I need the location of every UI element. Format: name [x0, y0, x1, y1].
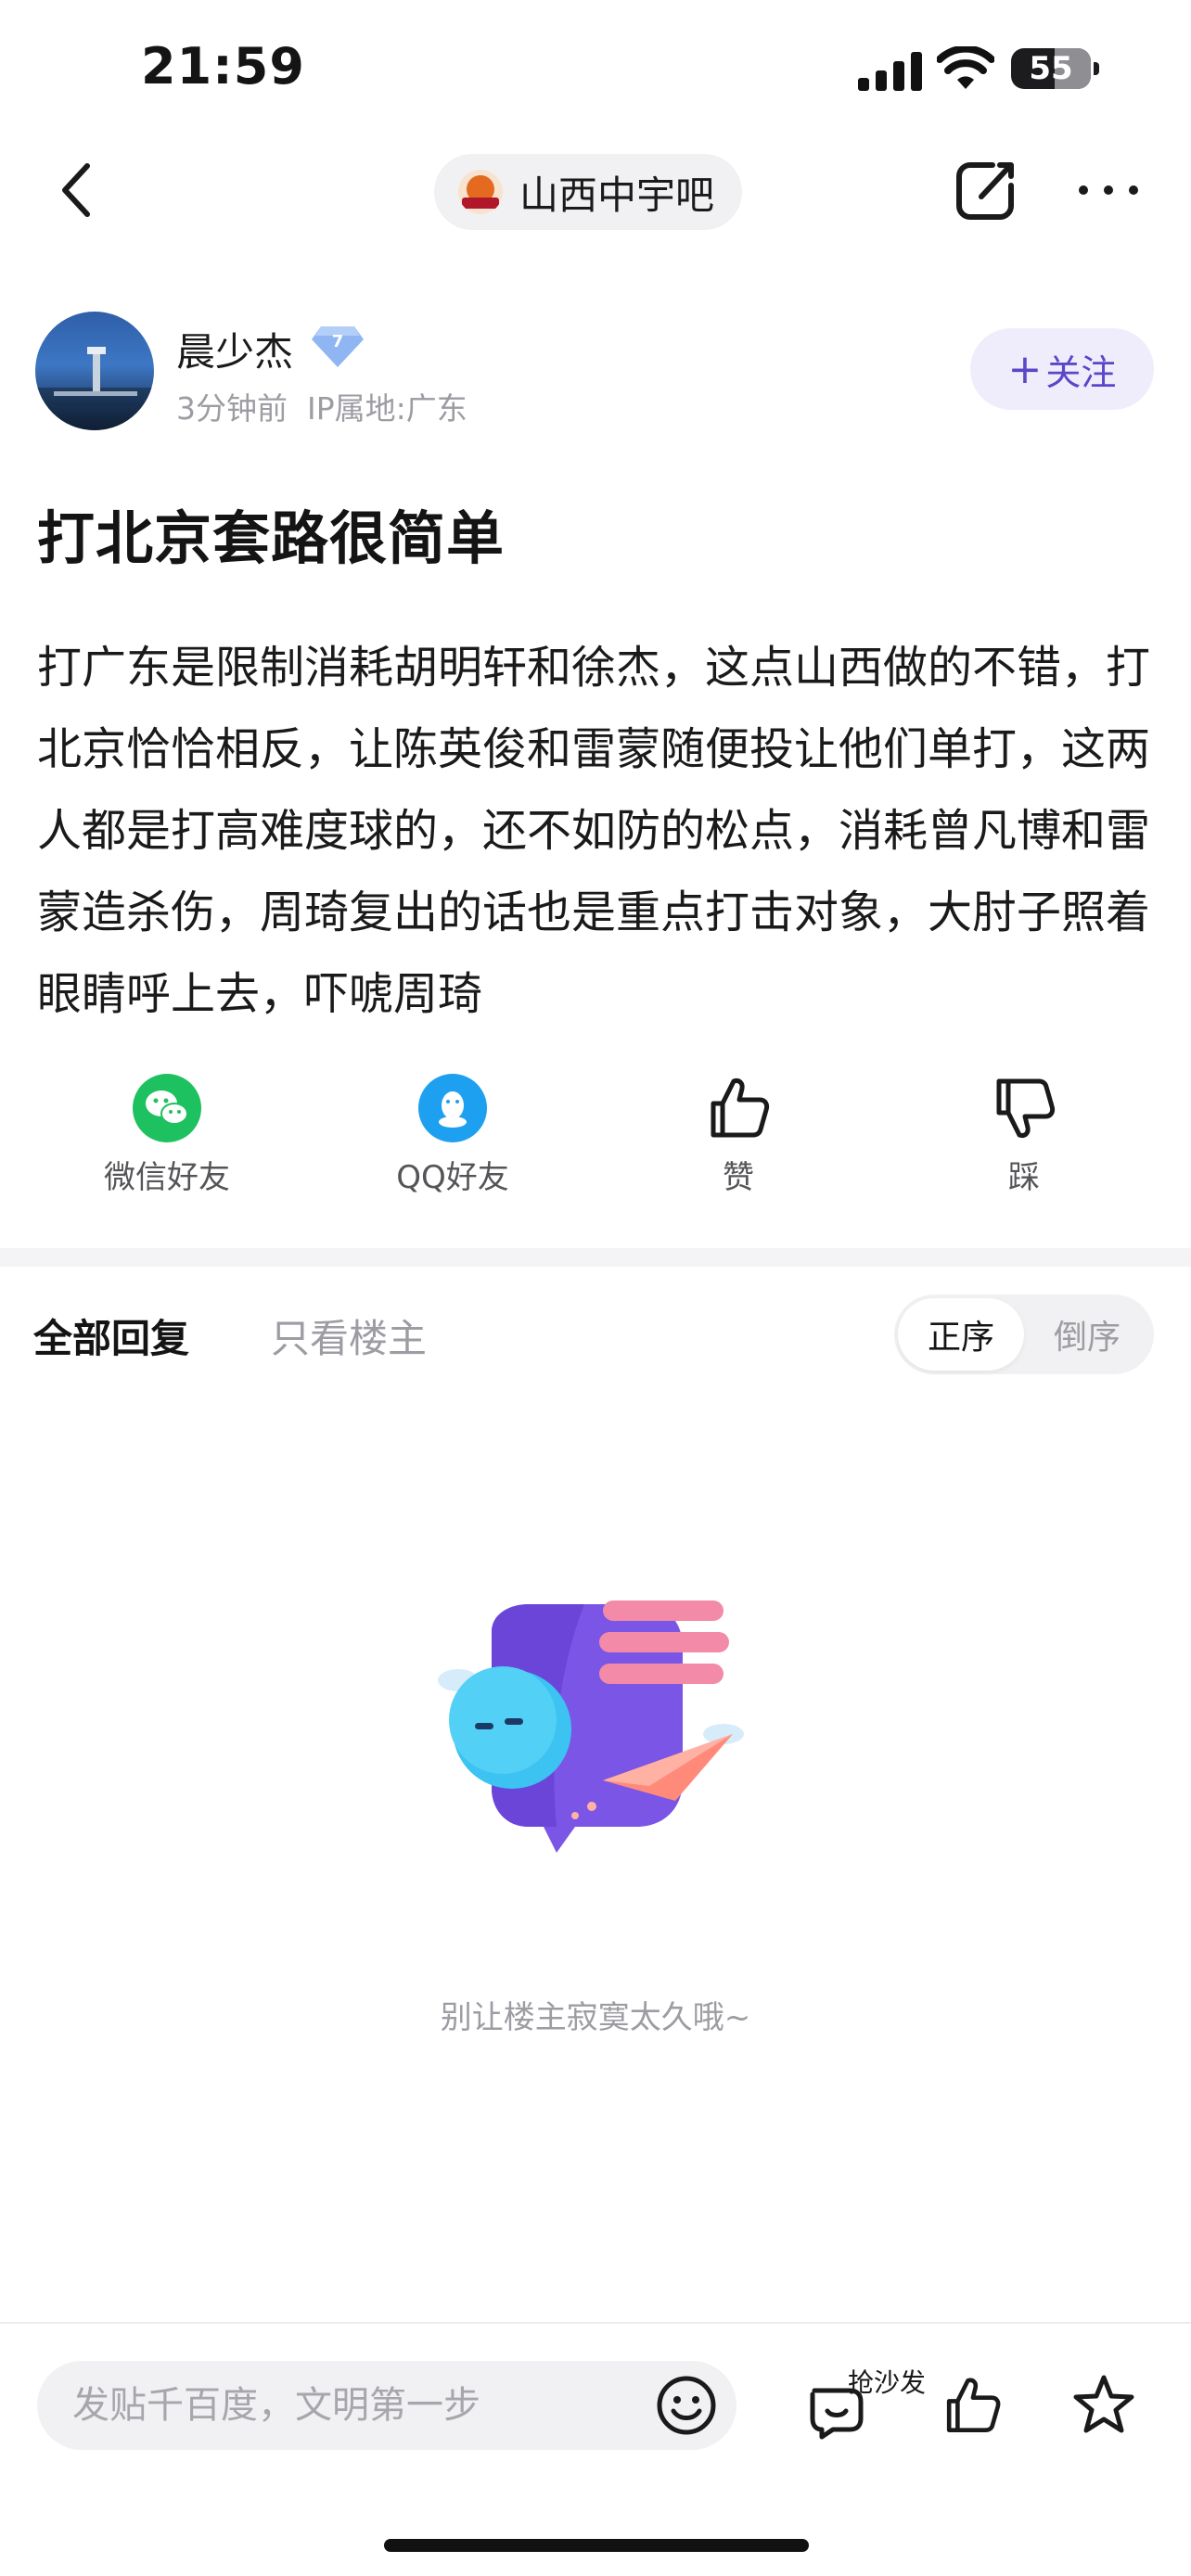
- empty-replies-text: 别让楼主寂寞太久哦~: [440, 1999, 751, 2036]
- thumbs-down-icon: [996, 1078, 1056, 1138]
- battery-indicator: 55: [1011, 48, 1100, 89]
- tab-all-replies[interactable]: 全部回复: [33, 1307, 189, 1364]
- dislike-label: 踩: [1008, 1159, 1040, 1196]
- share-qq-button[interactable]: QQ好友: [360, 1074, 545, 1197]
- forum-name: 山西中宇吧: [519, 172, 715, 218]
- more-dots-icon[interactable]: [1076, 176, 1141, 204]
- grab-sofa-label: 抢沙发: [848, 2367, 927, 2398]
- basketball-team-logo-icon: [458, 170, 503, 214]
- battery-percent: 55: [1029, 50, 1073, 87]
- avatar[interactable]: [35, 312, 154, 430]
- ip-location: IP属地:广东: [306, 390, 467, 427]
- like-label: 赞: [723, 1159, 754, 1196]
- empty-replies-illustration: [438, 1600, 744, 1853]
- post-body: 打广东是限制消耗胡明轩和徐杰，这点山西做的不错，打北京恰恰相反，让陈英俊和雷蒙随…: [37, 642, 1151, 1020]
- bottom-bar-divider: [0, 2322, 1191, 2324]
- plus-icon: +: [1007, 345, 1043, 393]
- post-meta: 3分钟前 IP属地:广东: [176, 384, 467, 428]
- share-wechat-button[interactable]: 微信好友: [74, 1074, 260, 1197]
- follow-button[interactable]: + 关注: [970, 328, 1154, 410]
- follow-label: 关注: [1045, 351, 1117, 393]
- status-bar: 21:59 55: [0, 0, 1191, 139]
- battery-body: 55: [1011, 48, 1091, 89]
- reply-input-placeholder: 发贴千百度，文明第一步: [72, 2384, 480, 2427]
- wifi-icon: [937, 46, 994, 89]
- section-divider: [0, 1248, 1191, 1267]
- reply-input[interactable]: 发贴千百度，文明第一步: [37, 2361, 736, 2450]
- thumbs-up-icon: [711, 1078, 770, 1138]
- like-button[interactable]: 赞: [646, 1074, 831, 1197]
- share-wechat-label: 微信好友: [104, 1159, 230, 1196]
- level-number: 7: [332, 332, 344, 351]
- emoji-icon[interactable]: [655, 2374, 718, 2437]
- post-title: 打北京套路很简单: [37, 504, 506, 572]
- grab-sofa-button[interactable]: 抢沙发: [805, 2363, 944, 2452]
- edit-share-icon[interactable]: [950, 156, 1020, 226]
- sort-toggle: 正序 倒序: [894, 1294, 1154, 1374]
- battery-cap: [1094, 62, 1099, 75]
- share-qq-label: QQ好友: [396, 1159, 509, 1196]
- home-indicator: [384, 2539, 809, 2552]
- author-name[interactable]: 晨少杰: [176, 321, 293, 377]
- star-icon[interactable]: [1070, 2372, 1137, 2439]
- chevron-left-icon[interactable]: [48, 153, 104, 227]
- dislike-button[interactable]: 踩: [931, 1074, 1117, 1197]
- wechat-icon: [133, 1074, 201, 1142]
- tab-owner-only[interactable]: 只看楼主: [271, 1307, 427, 1364]
- forum-link[interactable]: 山西中宇吧: [434, 154, 743, 230]
- qq-icon: [418, 1074, 487, 1142]
- level-badge: 7: [312, 326, 364, 367]
- status-time: 21:59: [141, 37, 305, 96]
- thumbs-up-icon[interactable]: [941, 2374, 1004, 2437]
- cellular-signal-icon: [858, 52, 922, 91]
- post-time: 3分钟前: [176, 390, 288, 427]
- sort-ascending-button[interactable]: 正序: [898, 1298, 1024, 1371]
- sort-descending-button[interactable]: 倒序: [1024, 1298, 1150, 1371]
